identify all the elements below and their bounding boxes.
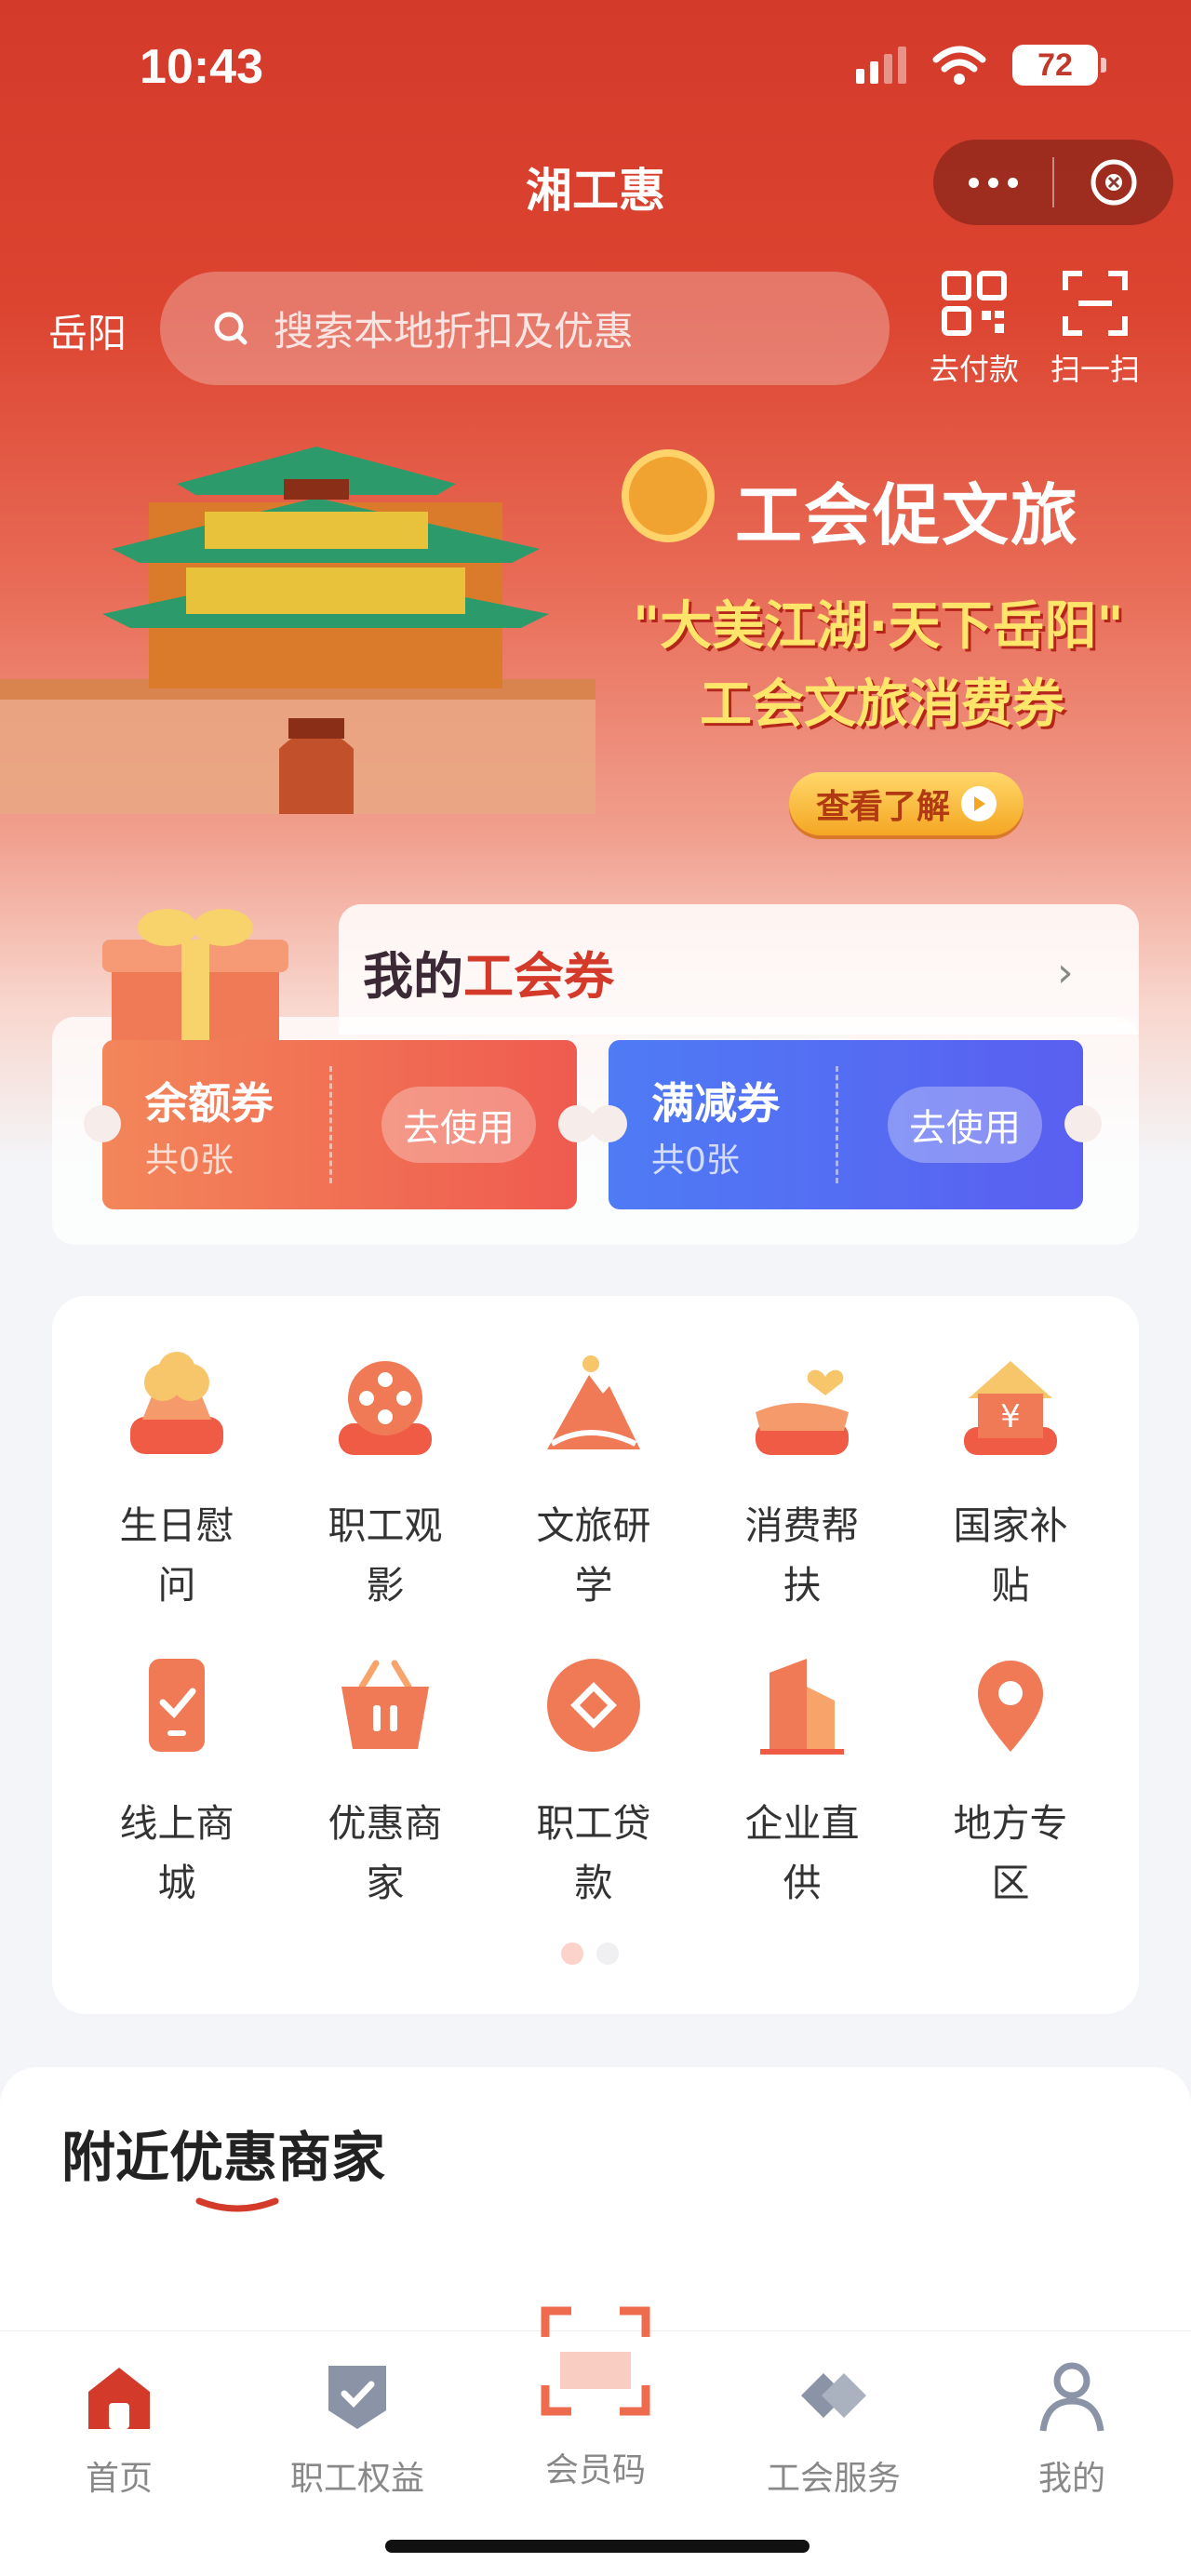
close-button[interactable] [1054,140,1173,225]
coupon-count: 共0张 [651,1141,740,1180]
page-dot-active [561,1942,583,1965]
tab-union-service[interactable]: 工会服务 [731,2358,936,2500]
use-coupon-button[interactable]: 去使用 [888,1087,1042,1163]
service-consumption-aid[interactable]: 消费帮扶 [709,1347,895,1615]
page-indicator [561,1942,619,1965]
phone-check-icon [149,1659,205,1752]
search-placeholder: 搜索本地折扣及优惠 [274,309,634,355]
location-pin-icon [978,1661,1043,1752]
my-coupons-heading[interactable]: 我的工会券 [363,935,614,1008]
coin-icon [547,1659,640,1752]
tab-label: 会员码 [544,2451,646,2489]
coupon-notch [590,1105,627,1142]
balance-coupon[interactable]: 余额券 共0张 去使用 [84,1040,596,1209]
battery-icon: 72 [1012,45,1106,86]
city-selector[interactable]: 岳阳 [48,302,127,359]
service-online-mall[interactable]: 线上商城 [84,1645,270,1913]
union-logo-icon [622,449,715,542]
service-movie[interactable]: 职工观影 [292,1347,478,1615]
handshake-icon [801,2373,866,2418]
home-icon [88,2368,150,2429]
use-coupon-button[interactable]: 去使用 [381,1087,536,1163]
tab-employee-rights[interactable]: 职工权益 [255,2358,460,2500]
battery-level: 72 [1037,47,1073,83]
service-label: 职工贷款 [536,1801,651,1905]
service-discount-merchants[interactable]: 优惠商家 [292,1645,478,1913]
mountain-icon [547,1355,640,1449]
coupon-count: 共0张 [145,1141,234,1180]
coupons-heading-prefix: 我的 [363,947,463,1006]
signal-icon [856,47,906,84]
cake-icon [130,1352,223,1454]
coupon-name: 满减券 [651,1078,780,1128]
service-employee-loan[interactable]: 职工贷款 [501,1645,687,1913]
service-label: 优惠商家 [328,1801,443,1905]
chevron-right-icon[interactable]: › [1057,949,1074,996]
status-icons: 72 [856,45,1106,86]
discount-coupon[interactable]: 满减券 共0张 去使用 [590,1040,1102,1209]
nearby-title: 附近优惠商家 [61,2126,386,2189]
shield-check-icon [328,2366,386,2429]
scan-button[interactable]: 扫一扫 [1044,270,1146,389]
search-input[interactable]: 搜索本地折扣及优惠 [160,272,890,385]
svg-text:¥: ¥ [1000,1398,1021,1435]
title-underline [195,2197,279,2212]
hand-heart-icon [756,1369,849,1455]
wifi-icon [932,46,986,85]
service-local-zone[interactable]: 地方专区 [917,1645,1104,1913]
banner-line-1: "大美江湖·天下岳阳" [633,596,1124,657]
tab-label: 职工权益 [289,2460,424,2498]
service-national-subsidy[interactable]: ¥ 国家补贴 [917,1347,1104,1615]
service-label: 生日慰问 [119,1503,234,1608]
pay-label: 去付款 [929,352,1019,387]
gift-icon [102,909,288,1056]
user-icon [1039,2362,1104,2432]
banner-title: 工会促文旅 [735,476,1080,554]
tab-label: 我的 [1037,2460,1105,2498]
page-dot [596,1942,619,1965]
banner-line-2: 工会文旅消费券 [700,674,1064,735]
service-label: 国家补贴 [953,1503,1068,1608]
tab-home[interactable]: 首页 [17,2358,221,2500]
coupon-notch [84,1105,121,1142]
tab-label: 首页 [85,2460,153,2498]
service-enterprise-supply[interactable]: 企业直供 [709,1645,895,1913]
scan-icon [1063,271,1128,336]
status-time: 10:43 [140,40,263,94]
more-button[interactable] [933,140,1052,225]
service-label: 地方专区 [953,1801,1068,1905]
qr-code-icon [942,271,1007,336]
coupon-notch [1064,1105,1102,1142]
yuan-house-icon: ¥ [964,1361,1057,1455]
banner-button-label: 查看了解 [815,788,950,826]
service-birthday[interactable]: 生日慰问 [84,1347,270,1615]
tab-label: 工会服务 [766,2460,901,2498]
coupon-divider [836,1066,838,1183]
film-reel-icon [339,1361,432,1455]
search-icon [214,312,248,345]
service-label: 线上商城 [119,1801,234,1905]
coupon-divider [329,1066,332,1183]
scan-label: 扫一扫 [1050,352,1140,387]
service-travel-study[interactable]: 文旅研学 [501,1347,687,1615]
tab-member-code[interactable]: 会员码 [493,2305,698,2491]
close-circle-icon [1091,159,1137,206]
home-indicator [385,2540,810,2553]
service-label: 企业直供 [744,1801,860,1905]
scan-frame-icon [541,2306,650,2416]
coupon-name: 余额券 [145,1078,274,1128]
service-label: 职工观影 [328,1503,443,1608]
banner-view-button[interactable]: 查看了解 [789,772,1024,835]
coupons-heading-highlight: 工会券 [463,947,614,1006]
service-label: 消费帮扶 [744,1503,860,1608]
play-icon [961,786,997,821]
pay-button[interactable]: 去付款 [923,270,1025,389]
miniprogram-capsule [933,140,1173,225]
building-icon [760,1659,844,1755]
basket-icon [341,1660,429,1749]
tab-mine[interactable]: 我的 [970,2358,1174,2500]
service-label: 文旅研学 [536,1503,651,1608]
